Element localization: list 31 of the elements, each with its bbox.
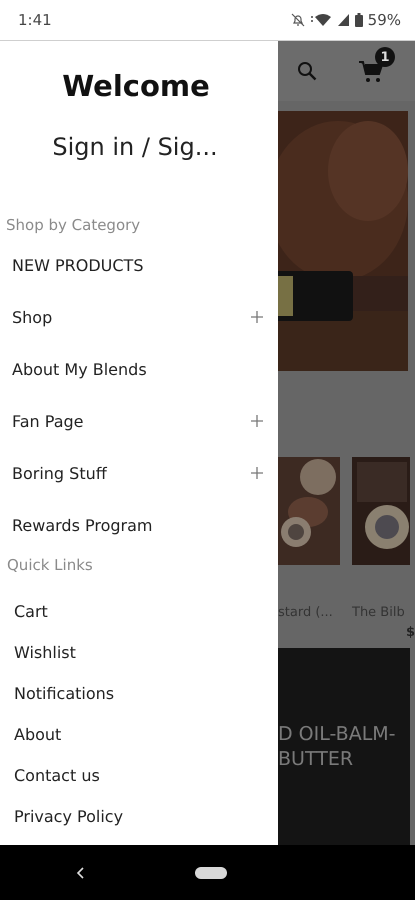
battery-icon [354,13,363,27]
status-time: 1:41 [18,11,52,29]
home-pill[interactable] [195,866,227,878]
menu-item[interactable]: Wishlist [0,632,278,673]
product-price: $ [406,625,415,642]
menu-item[interactable]: NEW PRODUCTS [0,239,278,291]
menu-item[interactable]: Contact us [0,755,278,796]
menu-item[interactable]: Shop [0,291,278,343]
plus-icon[interactable] [250,310,264,324]
battery-percent: 59% [368,11,401,29]
menu-item[interactable]: Privacy Policy [0,796,278,837]
menu-item[interactable]: Rewards Program [0,499,278,551]
plus-icon[interactable] [250,466,264,480]
signal-icon [336,13,350,27]
menu-item[interactable]: About [0,714,278,755]
menu-item[interactable]: Notifications [0,673,278,714]
menu-item[interactable]: About My Blends [0,343,278,395]
banner-text: D OIL-BALM- BUTTER [278,722,397,772]
menu-item[interactable]: Boring Stuff [0,447,278,499]
menu-item[interactable]: Cart [0,591,278,632]
menu-item[interactable]: Fan Page [0,395,278,447]
welcome-title: Welcome [61,69,211,103]
back-icon[interactable] [75,866,85,880]
wifi-icon [310,13,332,27]
plus-icon[interactable] [250,414,264,428]
bell-off-icon [290,13,305,27]
section-heading: Quick Links [6,555,94,576]
search-icon[interactable] [297,61,317,81]
section-heading: Shop by Category [5,215,142,236]
cart-count-badge: 1 [375,47,395,67]
sign-in-link[interactable]: Sign in / Sig... [52,133,218,161]
